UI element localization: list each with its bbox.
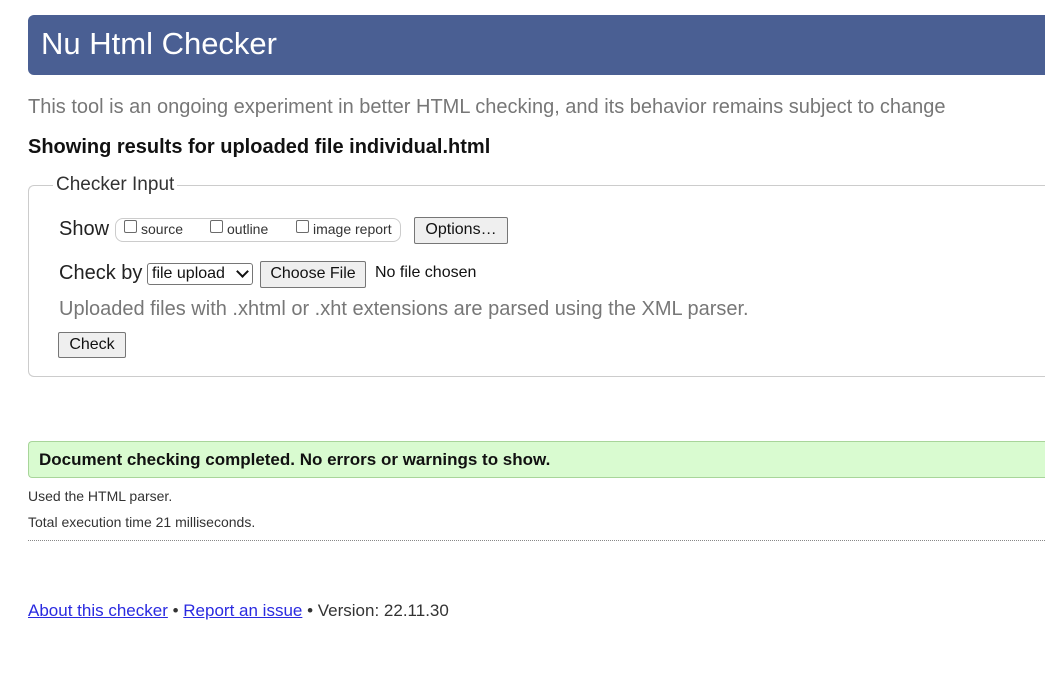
success-message: Document checking completed. No errors o… xyxy=(39,450,551,469)
source-checkbox-label: source xyxy=(141,221,184,237)
show-image-report-option[interactable]: image report xyxy=(296,219,392,237)
page: Nu Html Checker This tool is an ongoing … xyxy=(0,0,1045,676)
outline-checkbox-label: outline xyxy=(227,221,269,237)
no-file-chosen-text: No file chosen xyxy=(375,264,477,281)
source-checkbox[interactable] xyxy=(124,219,137,233)
version-text: • Version: 22.11.30 xyxy=(307,601,449,620)
image-report-checkbox-label: image report xyxy=(313,221,392,237)
check-by-selected-value: file upload xyxy=(152,265,225,282)
dotted-divider xyxy=(28,540,1045,541)
check-button[interactable]: Check xyxy=(58,332,126,358)
page-header: Nu Html Checker xyxy=(28,15,1045,75)
check-by-select[interactable]: file upload xyxy=(147,263,253,285)
xml-parser-hint: Uploaded files with .xhtml or .xht exten… xyxy=(59,298,749,320)
execution-time: Total execution time 21 milliseconds. xyxy=(28,514,256,530)
footer: About this checker • Report an issue • V… xyxy=(28,601,449,621)
show-options-group: source outline image report xyxy=(115,218,401,242)
show-label: Show xyxy=(59,218,110,240)
parser-info: Used the HTML parser. xyxy=(28,488,173,504)
checker-input-fieldset: Checker Input Show source outline image … xyxy=(28,173,1045,377)
show-outline-option[interactable]: outline xyxy=(210,219,269,237)
check-by-label: Check by xyxy=(59,262,143,284)
about-checker-link[interactable]: About this checker xyxy=(28,601,168,620)
results-heading: Showing results for uploaded file indivi… xyxy=(28,136,491,158)
success-message-box: Document checking completed. No errors o… xyxy=(28,441,1045,478)
page-title: Nu Html Checker xyxy=(41,26,277,61)
chevron-down-icon xyxy=(236,265,249,278)
checker-input-legend: Checker Input xyxy=(53,173,178,197)
intro-text: This tool is an ongoing experiment in be… xyxy=(28,96,946,118)
choose-file-button[interactable]: Choose File xyxy=(260,261,366,288)
options-button[interactable]: Options… xyxy=(414,217,508,244)
show-source-option[interactable]: source xyxy=(124,219,184,237)
outline-checkbox[interactable] xyxy=(210,219,223,233)
report-issue-link[interactable]: Report an issue xyxy=(183,601,302,620)
image-report-checkbox[interactable] xyxy=(296,219,309,233)
footer-separator: • xyxy=(172,601,179,620)
